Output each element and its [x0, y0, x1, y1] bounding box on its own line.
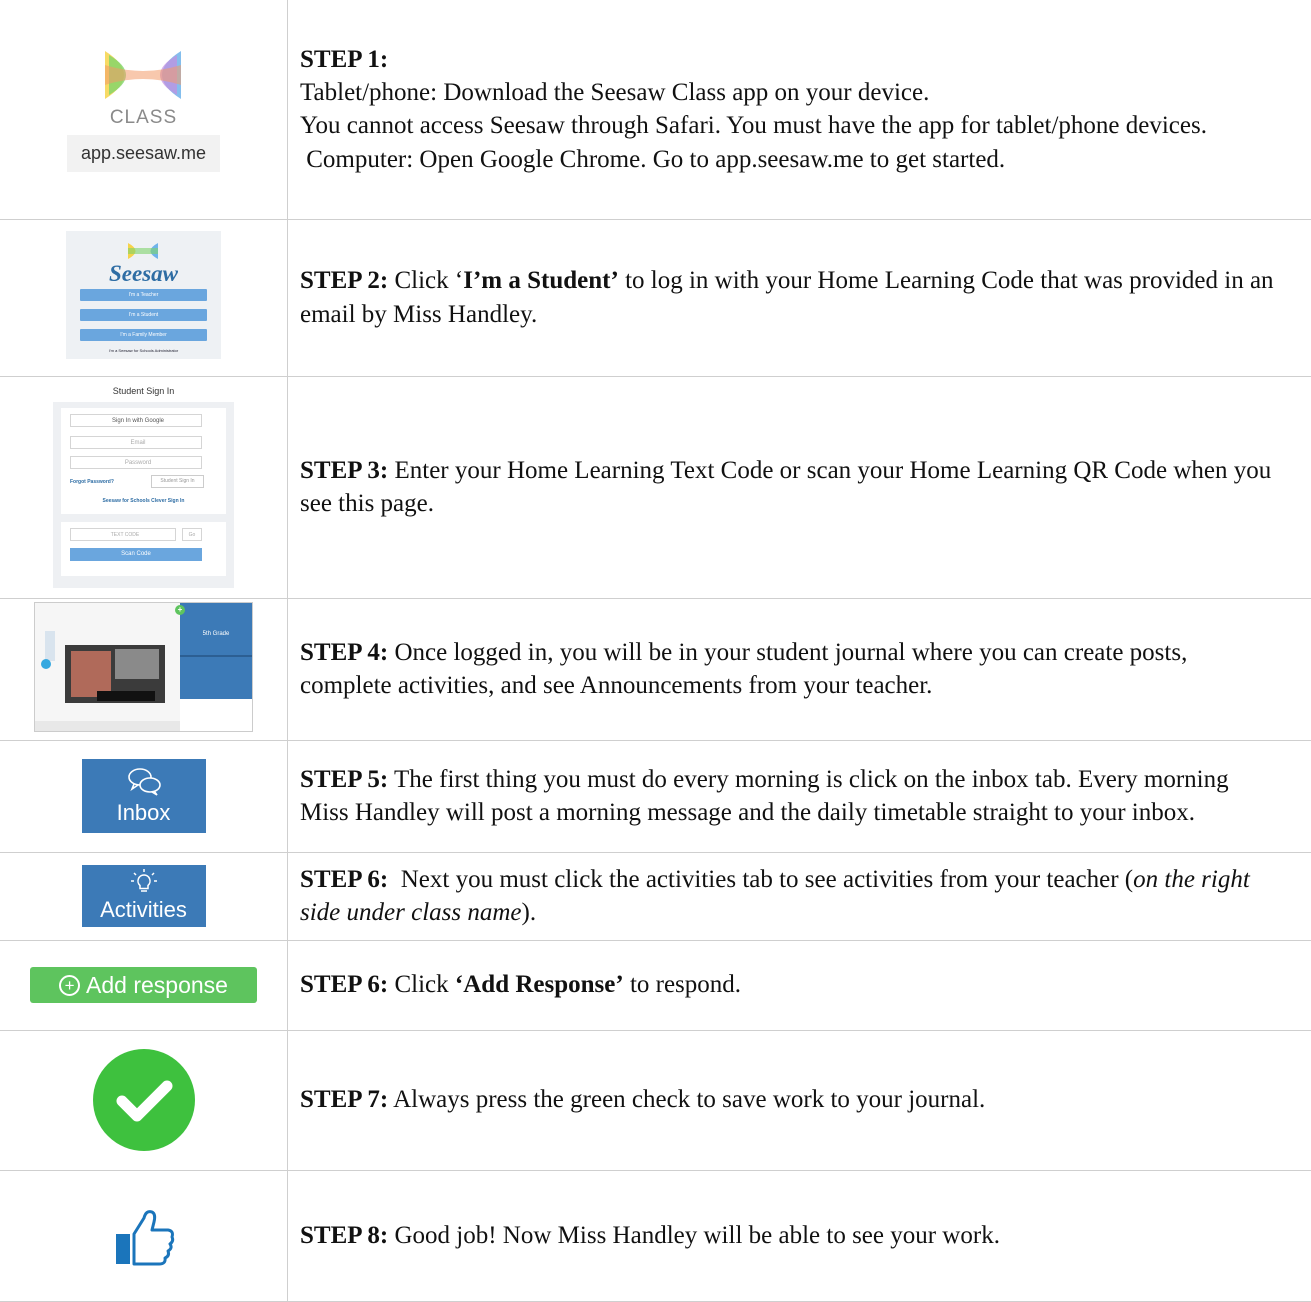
student-journal-screenshot: + 5th Grade — [34, 602, 253, 732]
step-7-image-cell: + Add response — [0, 940, 288, 1030]
lightbulb-icon — [130, 869, 158, 895]
step-9-text: STEP 8: Good job! Now Miss Handley will … — [288, 1170, 1311, 1301]
step-7-text: STEP 6: Click ‘Add Response’ to respond. — [288, 940, 1311, 1030]
step-text: Click — [388, 971, 455, 998]
step-6-image-cell: Activities — [0, 852, 288, 940]
teacher-button: I'm a Teacher — [80, 289, 207, 301]
step-row-1: CLASS app.seesaw.me STEP 1: Tablet/phone… — [0, 0, 1311, 219]
step-row-3: Student Sign In Sign In with Google Emai… — [0, 376, 1311, 598]
sign-in-header: Student Sign In — [53, 386, 234, 396]
inbox-label: Inbox — [117, 800, 171, 826]
seesaw-bowtie-icon — [103, 47, 183, 103]
step-row-6: Activities STEP 6: Next you must click t… — [0, 852, 1311, 940]
seesaw-brand: Seesaw — [66, 261, 221, 287]
add-response-button: + Add response — [30, 967, 257, 1003]
activities-label: Activities — [100, 897, 187, 923]
family-button: I'm a Family Member — [80, 329, 207, 341]
seesaw-bowtie-icon — [128, 243, 158, 259]
step-6-text: STEP 6: Next you must click the activiti… — [288, 852, 1311, 940]
step-8-text: STEP 7: Always press the green check to … — [288, 1030, 1311, 1170]
step-label: STEP 4: — [300, 639, 388, 666]
step-label: STEP 2: — [300, 267, 388, 294]
step-text: Next you must click the activities tab t… — [388, 866, 1133, 893]
step-text-line: You cannot access Seesaw through Safari.… — [300, 109, 1281, 142]
activities-tab: Activities — [82, 865, 206, 927]
email-field: Email — [70, 436, 202, 449]
step-row-8: STEP 7: Always press the green check to … — [0, 1030, 1311, 1170]
step-2-text: STEP 2: Click ‘I’m a Student’ to log in … — [288, 219, 1311, 376]
student-sign-in-button: Student Sign In — [151, 475, 204, 488]
go-button: Go — [182, 528, 202, 541]
clever-sign-in: Seesaw for Schools Clever Sign In — [53, 498, 234, 504]
step-4-image-cell: + 5th Grade — [0, 598, 288, 740]
thumbs-up-icon — [112, 1204, 176, 1268]
step-row-4: + 5th Grade STEP 4: Once logged in, you … — [0, 598, 1311, 740]
step-8-image-cell — [0, 1030, 288, 1170]
step-1-image-cell: CLASS app.seesaw.me — [0, 0, 288, 219]
add-response-label: Add response — [86, 972, 228, 999]
class-name: 5th Grade — [180, 631, 252, 637]
seesaw-login-screenshot: Seesaw I'm a Teacher I'm a Student I'm a… — [66, 231, 221, 359]
step-label: STEP 6: — [300, 866, 388, 893]
chat-bubbles-icon — [126, 766, 162, 796]
plus-circle-icon: + — [59, 975, 80, 996]
inbox-tab: Inbox — [82, 759, 206, 833]
step-text: to respond. — [624, 971, 741, 998]
step-text: Once logged in, you will be in your stud… — [300, 639, 1187, 699]
step-emphasis: ‘Add Response’ — [455, 971, 624, 998]
step-text: ). — [522, 899, 537, 926]
class-label: CLASS — [110, 107, 177, 129]
student-button: I'm a Student — [80, 309, 207, 321]
google-sign-in: Sign In with Google — [70, 414, 202, 427]
steps-table: CLASS app.seesaw.me STEP 1: Tablet/phone… — [0, 0, 1311, 1302]
step-text: The first thing you must do every mornin… — [300, 766, 1229, 826]
step-row-5: Inbox STEP 5: The first thing you must d… — [0, 740, 1311, 852]
step-label: STEP 5: — [300, 766, 388, 793]
step-text-line: Tablet/phone: Download the Seesaw Class … — [300, 76, 1281, 109]
admin-link: I'm a Seesaw for Schools Administrator — [66, 348, 221, 353]
step-row-2: Seesaw I'm a Teacher I'm a Student I'm a… — [0, 219, 1311, 376]
student-sign-in-screenshot: Student Sign In Sign In with Google Emai… — [53, 382, 234, 588]
step-row-7: + Add response STEP 6: Click ‘Add Respon… — [0, 940, 1311, 1030]
step-5-image-cell: Inbox — [0, 740, 288, 852]
scan-code-button: Scan Code — [70, 548, 202, 561]
green-check-icon — [93, 1049, 195, 1151]
step-label: STEP 1: — [300, 43, 1281, 76]
step-label: STEP 3: — [300, 457, 388, 484]
step-5-text: STEP 5: The first thing you must do ever… — [288, 740, 1311, 852]
step-3-image-cell: Student Sign In Sign In with Google Emai… — [0, 376, 288, 598]
seesaw-class-logo: CLASS app.seesaw.me — [67, 47, 220, 172]
step-label: STEP 7: — [300, 1086, 388, 1113]
password-field: Password — [70, 456, 202, 469]
text-code-field: TEXT CODE — [70, 528, 176, 541]
step-1-text: STEP 1: Tablet/phone: Download the Seesa… — [288, 0, 1311, 219]
forgot-password: Forgot Password? — [70, 479, 114, 485]
step-label: STEP 8: — [300, 1222, 388, 1249]
step-text: Enter your Home Learning Text Code or sc… — [300, 457, 1271, 517]
step-text: Good job! Now Miss Handley will be able … — [388, 1222, 1000, 1249]
step-9-image-cell — [0, 1170, 288, 1301]
step-text: Always press the green check to save wor… — [388, 1086, 985, 1113]
step-label: STEP 6: — [300, 971, 388, 998]
step-3-text: STEP 3: Enter your Home Learning Text Co… — [288, 376, 1311, 598]
step-text: Click ‘ — [388, 267, 463, 294]
step-emphasis: I’m a Student’ — [463, 267, 619, 294]
step-4-text: STEP 4: Once logged in, you will be in y… — [288, 598, 1311, 740]
seesaw-url: app.seesaw.me — [67, 135, 220, 172]
step-text-line: Computer: Open Google Chrome. Go to app.… — [300, 143, 1281, 176]
step-2-image-cell: Seesaw I'm a Teacher I'm a Student I'm a… — [0, 219, 288, 376]
step-row-9: STEP 8: Good job! Now Miss Handley will … — [0, 1170, 1311, 1301]
